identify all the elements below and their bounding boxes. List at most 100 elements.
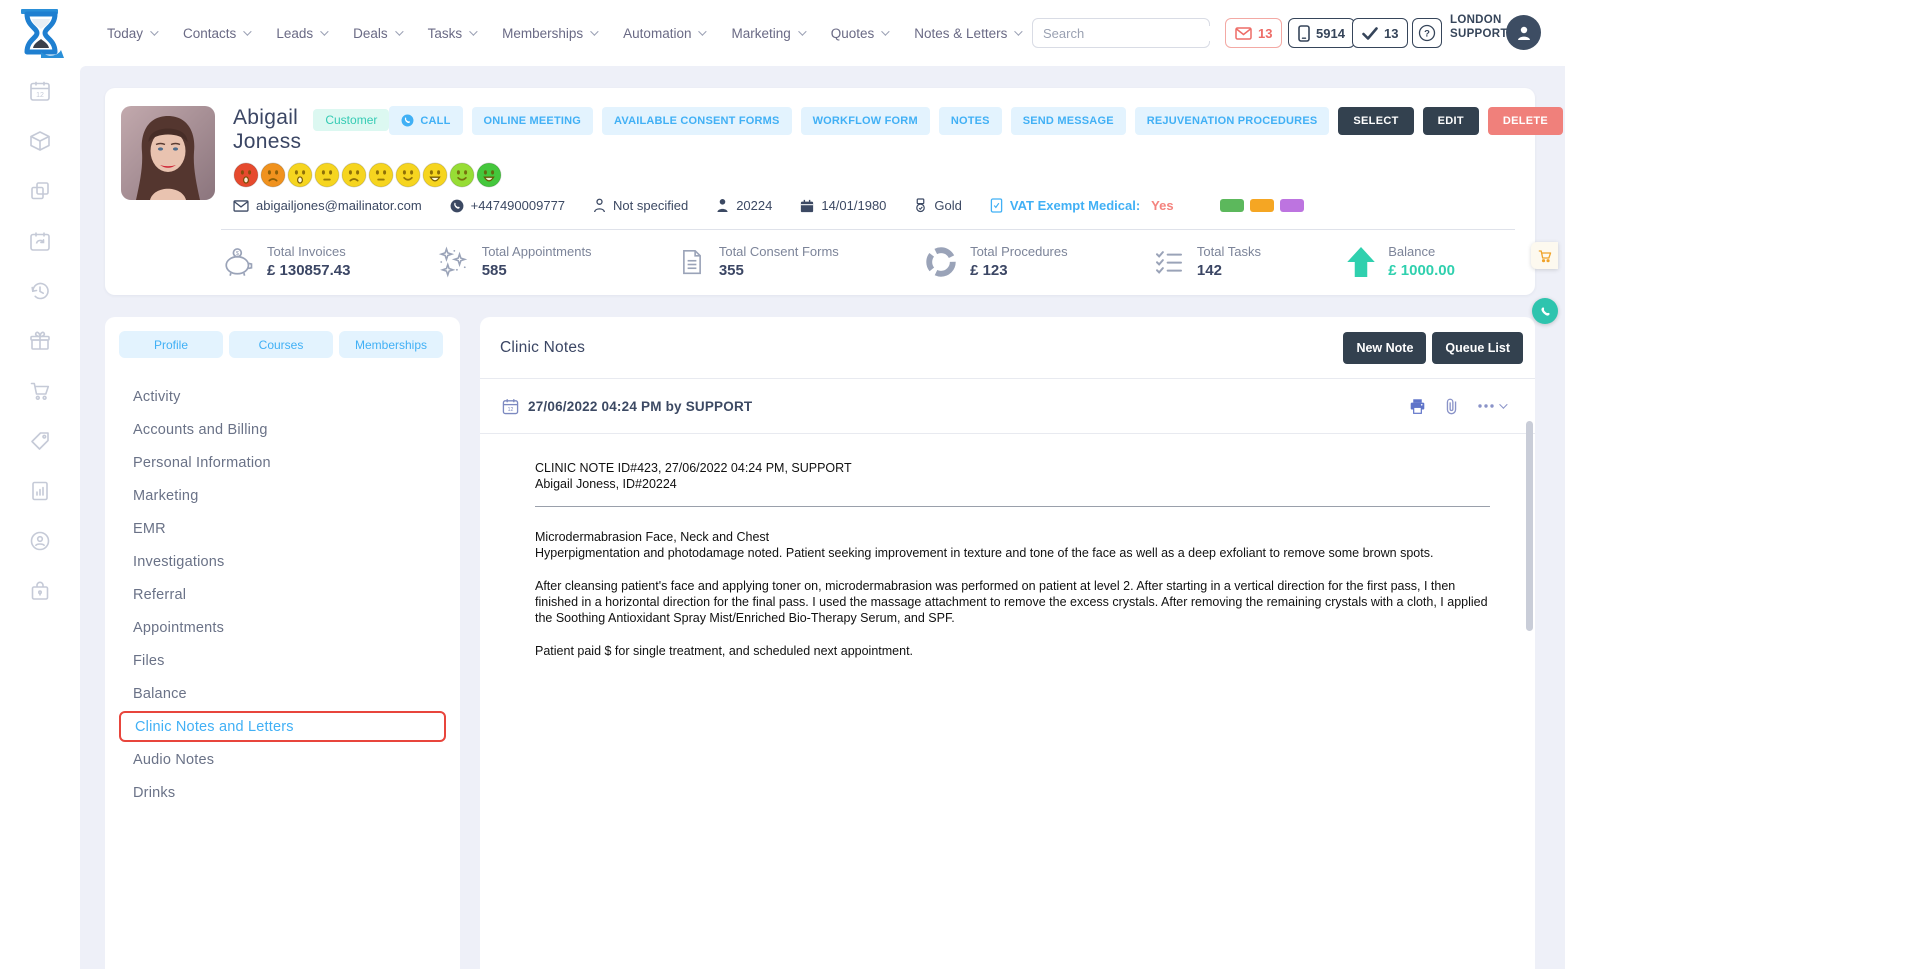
envelope-icon bbox=[233, 200, 249, 212]
app-logo-hourglass-icon[interactable] bbox=[18, 8, 64, 58]
patient-name: Abigail Joness bbox=[233, 106, 301, 154]
nav-deals[interactable]: Deals bbox=[353, 26, 401, 41]
gift-icon[interactable] bbox=[0, 316, 80, 366]
lock-case-icon[interactable] bbox=[0, 566, 80, 616]
emotion-face-icon[interactable] bbox=[368, 162, 394, 188]
floating-cart-button[interactable] bbox=[1531, 242, 1558, 269]
emotion-face-icon[interactable] bbox=[287, 162, 313, 188]
nav-leads[interactable]: Leads bbox=[276, 26, 326, 41]
emotion-face-icon[interactable] bbox=[260, 162, 286, 188]
menu-item-accounts-and-billing[interactable]: Accounts and Billing bbox=[119, 413, 460, 446]
svg-text:?: ? bbox=[1424, 28, 1430, 39]
stat-value: £ 123 bbox=[970, 262, 1068, 279]
nav-memberships[interactable]: Memberships bbox=[502, 26, 596, 41]
tab-courses[interactable]: Courses bbox=[229, 331, 333, 358]
call-button[interactable]: CALL bbox=[389, 106, 462, 135]
nav-tasks[interactable]: Tasks bbox=[428, 26, 476, 41]
stat-label: Total Procedures bbox=[970, 244, 1068, 259]
nav-quotes[interactable]: Quotes bbox=[831, 26, 888, 41]
scrollbar[interactable] bbox=[1526, 421, 1533, 631]
top-header: Today Contacts Leads Deals Tasks Members… bbox=[0, 0, 1565, 66]
available-consent-forms-button[interactable]: AVAILABLE CONSENT FORMS bbox=[602, 107, 792, 135]
person-outline-icon bbox=[593, 198, 606, 213]
user-name-line1: LONDON bbox=[1450, 13, 1508, 27]
calendar-12-icon[interactable]: 12 bbox=[0, 66, 80, 116]
emotion-face-icon[interactable] bbox=[395, 162, 421, 188]
support-person-icon[interactable] bbox=[0, 516, 80, 566]
gender-value: Not specified bbox=[613, 198, 688, 213]
emotion-face-icon[interactable] bbox=[422, 162, 448, 188]
package-icon[interactable] bbox=[0, 116, 80, 166]
calendar-icon bbox=[800, 199, 814, 213]
note-text: After cleansing patient's face and apply… bbox=[535, 578, 1490, 626]
new-note-button[interactable]: New Note bbox=[1343, 332, 1426, 364]
rejuvenation-procedures-button[interactable]: REJUVENATION PROCEDURES bbox=[1135, 107, 1330, 135]
tag-pill[interactable] bbox=[1280, 199, 1304, 212]
phone-icon bbox=[450, 199, 464, 213]
send-message-button[interactable]: SEND MESSAGE bbox=[1011, 107, 1126, 135]
vat-value: Yes bbox=[1151, 198, 1173, 213]
select-button[interactable]: SELECT bbox=[1338, 107, 1413, 135]
calls-badge[interactable]: 5914 bbox=[1288, 18, 1355, 48]
menu-item-drinks[interactable]: Drinks bbox=[119, 776, 460, 809]
emotion-face-icon[interactable] bbox=[233, 162, 259, 188]
patient-phone[interactable]: +447490009777 bbox=[450, 198, 565, 213]
cart-icon[interactable] bbox=[0, 366, 80, 416]
tag-pill[interactable] bbox=[1220, 199, 1244, 212]
menu-item-clinic-notes-and-letters[interactable]: Clinic Notes and Letters bbox=[119, 711, 446, 742]
nav-today[interactable]: Today bbox=[107, 26, 156, 41]
tasks-badge[interactable]: 13 bbox=[1352, 18, 1408, 48]
patient-summary-card: Abigail Joness Customer CALL ONLINE MEET… bbox=[105, 88, 1535, 295]
edit-button[interactable]: EDIT bbox=[1423, 107, 1479, 135]
patient-photo[interactable] bbox=[121, 106, 215, 200]
menu-item-personal-information[interactable]: Personal Information bbox=[119, 446, 460, 479]
nav-notes-letters[interactable]: Notes & Letters bbox=[914, 26, 1020, 41]
price-tag-icon[interactable] bbox=[0, 416, 80, 466]
note-id-line: CLINIC NOTE ID#423, 27/06/2022 04:24 PM,… bbox=[535, 460, 1490, 476]
menu-item-balance[interactable]: Balance bbox=[119, 677, 460, 710]
tag-pill[interactable] bbox=[1250, 199, 1274, 212]
nav-contacts[interactable]: Contacts bbox=[183, 26, 249, 41]
emotion-face-icon[interactable] bbox=[476, 162, 502, 188]
emotion-face-icon[interactable] bbox=[341, 162, 367, 188]
more-menu[interactable] bbox=[1477, 403, 1505, 409]
print-icon[interactable] bbox=[1409, 398, 1426, 415]
calendar-sync-icon[interactable] bbox=[0, 216, 80, 266]
history-icon[interactable] bbox=[0, 266, 80, 316]
emotion-face-icon[interactable] bbox=[449, 162, 475, 188]
queue-list-button[interactable]: Queue List bbox=[1432, 332, 1523, 364]
stat-value: £ 130857.43 bbox=[267, 262, 350, 279]
nav-label: Marketing bbox=[731, 26, 790, 41]
nav-automation[interactable]: Automation bbox=[623, 26, 704, 41]
nav-label: Contacts bbox=[183, 26, 236, 41]
nav-marketing[interactable]: Marketing bbox=[731, 26, 803, 41]
menu-item-appointments[interactable]: Appointments bbox=[119, 611, 460, 644]
mail-badge[interactable]: 13 bbox=[1225, 18, 1282, 48]
menu-item-files[interactable]: Files bbox=[119, 644, 460, 677]
delete-button[interactable]: DELETE bbox=[1488, 107, 1563, 135]
tab-profile[interactable]: Profile bbox=[119, 331, 223, 358]
paperclip-icon[interactable] bbox=[1444, 397, 1459, 415]
floating-phone-button[interactable] bbox=[1532, 298, 1558, 324]
help-button[interactable]: ? bbox=[1412, 18, 1442, 48]
report-icon[interactable] bbox=[0, 466, 80, 516]
nav-label: Today bbox=[107, 26, 143, 41]
tasks-count: 13 bbox=[1384, 26, 1398, 41]
menu-item-audio-notes[interactable]: Audio Notes bbox=[119, 743, 460, 776]
workflow-form-button[interactable]: WORKFLOW FORM bbox=[801, 107, 930, 135]
menu-item-activity[interactable]: Activity bbox=[119, 380, 460, 413]
menu-item-emr[interactable]: EMR bbox=[119, 512, 460, 545]
menu-item-investigations[interactable]: Investigations bbox=[119, 545, 460, 578]
patient-email[interactable]: abigailjones@mailinator.com bbox=[233, 198, 422, 213]
tab-memberships[interactable]: Memberships bbox=[339, 331, 443, 358]
copy-icon[interactable] bbox=[0, 166, 80, 216]
search-input[interactable] bbox=[1033, 26, 1229, 41]
user-avatar[interactable] bbox=[1506, 15, 1541, 50]
emotion-face-icon[interactable] bbox=[314, 162, 340, 188]
menu-item-referral[interactable]: Referral bbox=[119, 578, 460, 611]
envelope-icon bbox=[1235, 27, 1252, 40]
online-meeting-button[interactable]: ONLINE MEETING bbox=[472, 107, 594, 135]
menu-item-marketing[interactable]: Marketing bbox=[119, 479, 460, 512]
note-text: Patient paid $ for single treatment, and… bbox=[535, 643, 1490, 659]
notes-button[interactable]: NOTES bbox=[939, 107, 1002, 135]
